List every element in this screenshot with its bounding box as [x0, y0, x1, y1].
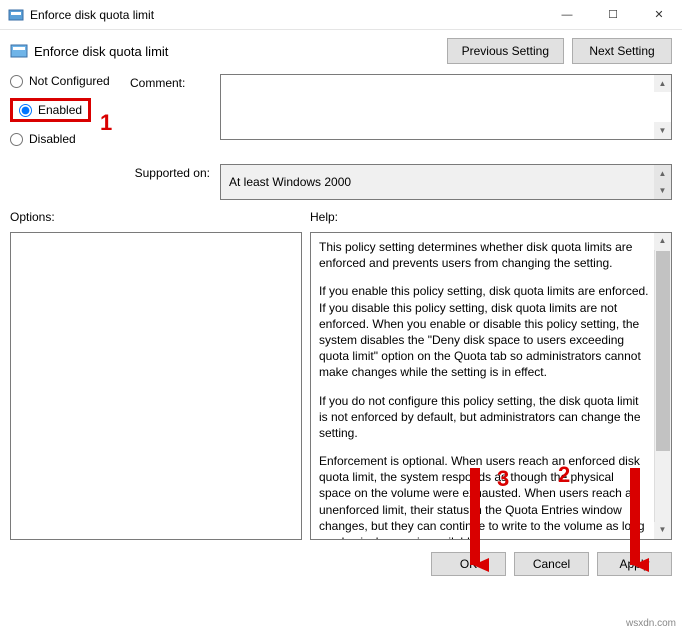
scroll-down-icon[interactable]: ▼ — [654, 522, 671, 539]
scroll-thumb[interactable] — [656, 251, 670, 451]
close-button[interactable]: ✕ — [636, 0, 682, 29]
supported-on-value: At least Windows 2000 — [229, 175, 351, 189]
maximize-button[interactable]: ☐ — [590, 0, 636, 29]
radio-label: Disabled — [29, 132, 76, 146]
supported-on-field: At least Windows 2000 ▲ ▼ — [220, 164, 672, 200]
radio-label: Not Configured — [29, 74, 110, 88]
ok-button[interactable]: OK — [431, 552, 506, 576]
annotation-marker-1: 1 — [100, 112, 112, 134]
watermark: wsxdn.com — [626, 618, 676, 629]
help-text: If you do not configure this policy sett… — [319, 393, 649, 442]
radio-disabled[interactable]: Disabled — [10, 132, 130, 146]
help-text: If you enable this policy setting, disk … — [319, 283, 649, 380]
policy-name-label: Enforce disk quota limit — [34, 44, 168, 59]
annotation-marker-2: 2 — [558, 462, 570, 488]
scroll-up-icon[interactable]: ▲ — [654, 75, 671, 92]
help-text: This policy setting determines whether d… — [319, 239, 649, 271]
policy-icon — [10, 42, 28, 60]
apply-button[interactable]: Apply — [597, 552, 672, 576]
help-pane: This policy setting determines whether d… — [310, 232, 672, 540]
window-title: Enforce disk quota limit — [30, 8, 544, 22]
help-label: Help: — [310, 210, 338, 224]
scroll-down-icon[interactable]: ▼ — [654, 122, 671, 139]
radio-label: Enabled — [38, 103, 82, 117]
minimize-button[interactable]: — — [544, 0, 590, 29]
window-icon — [8, 7, 24, 23]
annotation-marker-3: 3 — [497, 466, 509, 492]
comment-textarea[interactable]: ▲ ▼ — [220, 74, 672, 140]
supported-on-label: Supported on: — [10, 164, 220, 200]
comment-label: Comment: — [130, 74, 220, 156]
previous-setting-button[interactable]: Previous Setting — [447, 38, 564, 64]
help-text: Enforcement is optional. When users reac… — [319, 453, 649, 540]
help-scrollbar[interactable]: ▲ ▼ — [654, 233, 671, 539]
radio-not-configured[interactable]: Not Configured — [10, 74, 130, 88]
radio-enabled[interactable]: Enabled — [10, 98, 91, 122]
options-label: Options: — [10, 210, 310, 224]
scroll-up-icon[interactable]: ▲ — [654, 233, 671, 250]
cancel-button[interactable]: Cancel — [514, 552, 589, 576]
scroll-up-icon[interactable]: ▲ — [654, 165, 671, 182]
scroll-down-icon[interactable]: ▼ — [654, 182, 671, 199]
next-setting-button[interactable]: Next Setting — [572, 38, 672, 64]
options-pane — [10, 232, 302, 540]
